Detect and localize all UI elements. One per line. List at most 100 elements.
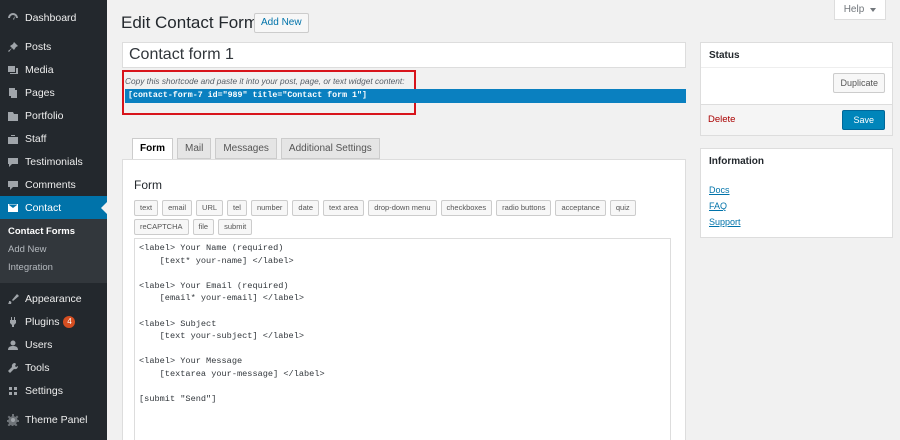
comments-icon — [6, 178, 19, 191]
editor-line: <label> Your Message — [139, 356, 243, 367]
faq-link[interactable]: FAQ — [701, 198, 892, 214]
sidebar-item-label: Media — [25, 63, 54, 76]
delete-link[interactable]: Delete — [708, 114, 735, 125]
panel-heading: Form — [134, 178, 162, 192]
settings-icon — [6, 384, 19, 397]
dashboard-icon — [6, 11, 19, 24]
tag-button-tel[interactable]: tel — [227, 200, 247, 216]
editor-line: [text your-subject] </label> — [139, 331, 305, 342]
sidebar-item-media[interactable]: Media — [0, 58, 107, 81]
tag-button-checkboxes[interactable]: checkboxes — [440, 200, 493, 216]
tag-button-text-area[interactable]: text area — [323, 200, 365, 216]
sidebar-item-label: Dashboard — [25, 11, 77, 24]
sidebar-item-portfolio[interactable]: Portfolio — [0, 104, 107, 127]
pin-icon — [6, 40, 19, 53]
sidebar-item-posts[interactable]: Posts — [0, 35, 107, 58]
sidebar-item-contact[interactable]: Contact — [0, 196, 107, 219]
tab-messages[interactable]: Messages — [215, 138, 277, 159]
help-button[interactable]: Help — [834, 0, 886, 20]
docs-link[interactable]: Docs — [701, 182, 892, 198]
sidebar-item-label: Posts — [25, 40, 52, 53]
sidebar-item-settings[interactable]: Settings — [0, 379, 107, 402]
sidebar-item-plugins[interactable]: Plugins 4 — [0, 310, 107, 333]
sidebar-item-label: Appearance — [25, 292, 82, 305]
admin-sidebar: Dashboard Posts Media Pages Portfolio St… — [0, 0, 107, 440]
submenu-add-new[interactable]: Add New — [0, 241, 107, 259]
tag-button-radio-buttons[interactable]: radio buttons — [496, 200, 552, 216]
wrench-icon — [6, 361, 19, 374]
tab-additional-settings[interactable]: Additional Settings — [280, 138, 380, 159]
tag-button-url[interactable]: URL — [196, 200, 224, 216]
sidebar-item-pages[interactable]: Pages — [0, 81, 107, 104]
status-box: Status Duplicate Delete Save — [700, 42, 893, 136]
submenu-contact-forms[interactable]: Contact Forms — [0, 223, 107, 241]
tab-form[interactable]: Form — [132, 138, 173, 160]
sidebar-item-label: Pages — [25, 86, 55, 99]
tag-generator-buttons: text email URL tel number date text area… — [134, 200, 649, 235]
shortcode-field[interactable]: [contact-form-7 id="989" title="Contact … — [125, 89, 686, 103]
contact-submenu: Contact Forms Add New Integration — [0, 219, 107, 283]
tag-button-recaptcha[interactable]: reCAPTCHA — [134, 219, 189, 235]
tab-mail[interactable]: Mail — [177, 138, 212, 159]
editor-line: <label> Subject — [139, 318, 217, 329]
tag-button-number[interactable]: number — [250, 200, 289, 216]
sidebar-item-label: Staff — [25, 132, 47, 145]
tag-button-quiz[interactable]: quiz — [609, 200, 636, 216]
information-links: Docs FAQ Support — [701, 182, 892, 230]
help-label: Help — [843, 4, 865, 15]
sidebar-item-dashboard[interactable]: Dashboard — [0, 6, 107, 29]
sidebar-item-label: Contact — [25, 201, 62, 214]
status-heading: Status — [701, 43, 892, 68]
editor-line: <label> Your Email (required) — [139, 280, 289, 291]
sidebar-item-label: Testimonials — [25, 155, 83, 168]
form-title-input[interactable] — [122, 42, 686, 68]
sidebar-item-label: Theme Panel — [25, 413, 88, 426]
main-content: Help Edit Contact Form Add New Copy this… — [107, 0, 900, 440]
tag-button-email[interactable]: email — [162, 200, 193, 216]
sidebar-item-label: Plugins — [25, 315, 60, 328]
editor-line: [email* your-email] </label> — [139, 293, 305, 304]
tag-button-drop-down-menu[interactable]: drop-down menu — [368, 200, 437, 216]
save-button[interactable]: Save — [842, 110, 885, 130]
add-new-button[interactable]: Add New — [254, 13, 309, 33]
pages-icon — [6, 86, 19, 99]
sidebar-item-staff[interactable]: Staff — [0, 127, 107, 150]
tag-button-acceptance[interactable]: acceptance — [555, 200, 606, 216]
tag-button-date[interactable]: date — [292, 200, 320, 216]
mail-icon — [6, 201, 19, 214]
sidebar-item-users[interactable]: Users — [0, 333, 107, 356]
sidebar-item-label: Users — [25, 338, 53, 351]
plugins-update-badge: 4 — [63, 315, 76, 328]
gear-icon — [6, 413, 19, 426]
form-panel: Form text email URL tel number date text… — [122, 159, 686, 440]
form-template-editor[interactable]: <label> Your Name (required) [text* your… — [134, 238, 671, 440]
editor-line: [textarea your-message] </label> — [139, 368, 325, 379]
testimonials-icon — [6, 155, 19, 168]
sidebar-item-comments[interactable]: Comments — [0, 173, 107, 196]
sidebar-item-testimonials[interactable]: Testimonials — [0, 150, 107, 173]
submenu-integration[interactable]: Integration — [0, 259, 107, 277]
sidebar-item-tools[interactable]: Tools — [0, 356, 107, 379]
page-title: Edit Contact Form — [121, 13, 258, 32]
brush-icon — [6, 292, 19, 305]
sidebar-item-appearance[interactable]: Appearance — [0, 287, 107, 310]
portfolio-icon — [6, 109, 19, 122]
sidebar-item-label: Settings — [25, 384, 63, 397]
duplicate-button[interactable]: Duplicate — [833, 73, 885, 93]
staff-icon — [6, 132, 19, 145]
plugin-icon — [6, 315, 19, 328]
support-link[interactable]: Support — [701, 214, 892, 230]
sidebar-item-theme-panel[interactable]: Theme Panel — [0, 408, 107, 431]
media-icon — [6, 63, 19, 76]
caret-down-icon — [870, 7, 877, 12]
tag-button-file[interactable]: file — [192, 219, 215, 235]
tag-button-submit[interactable]: submit — [218, 219, 253, 235]
shortcode-hint: Copy this shortcode and paste it into yo… — [125, 76, 405, 86]
sidebar-item-label: Comments — [25, 178, 76, 191]
tag-button-text[interactable]: text — [134, 200, 159, 216]
editor-line: [submit "Send"] — [139, 394, 217, 405]
information-box: Information Docs FAQ Support — [700, 148, 893, 238]
